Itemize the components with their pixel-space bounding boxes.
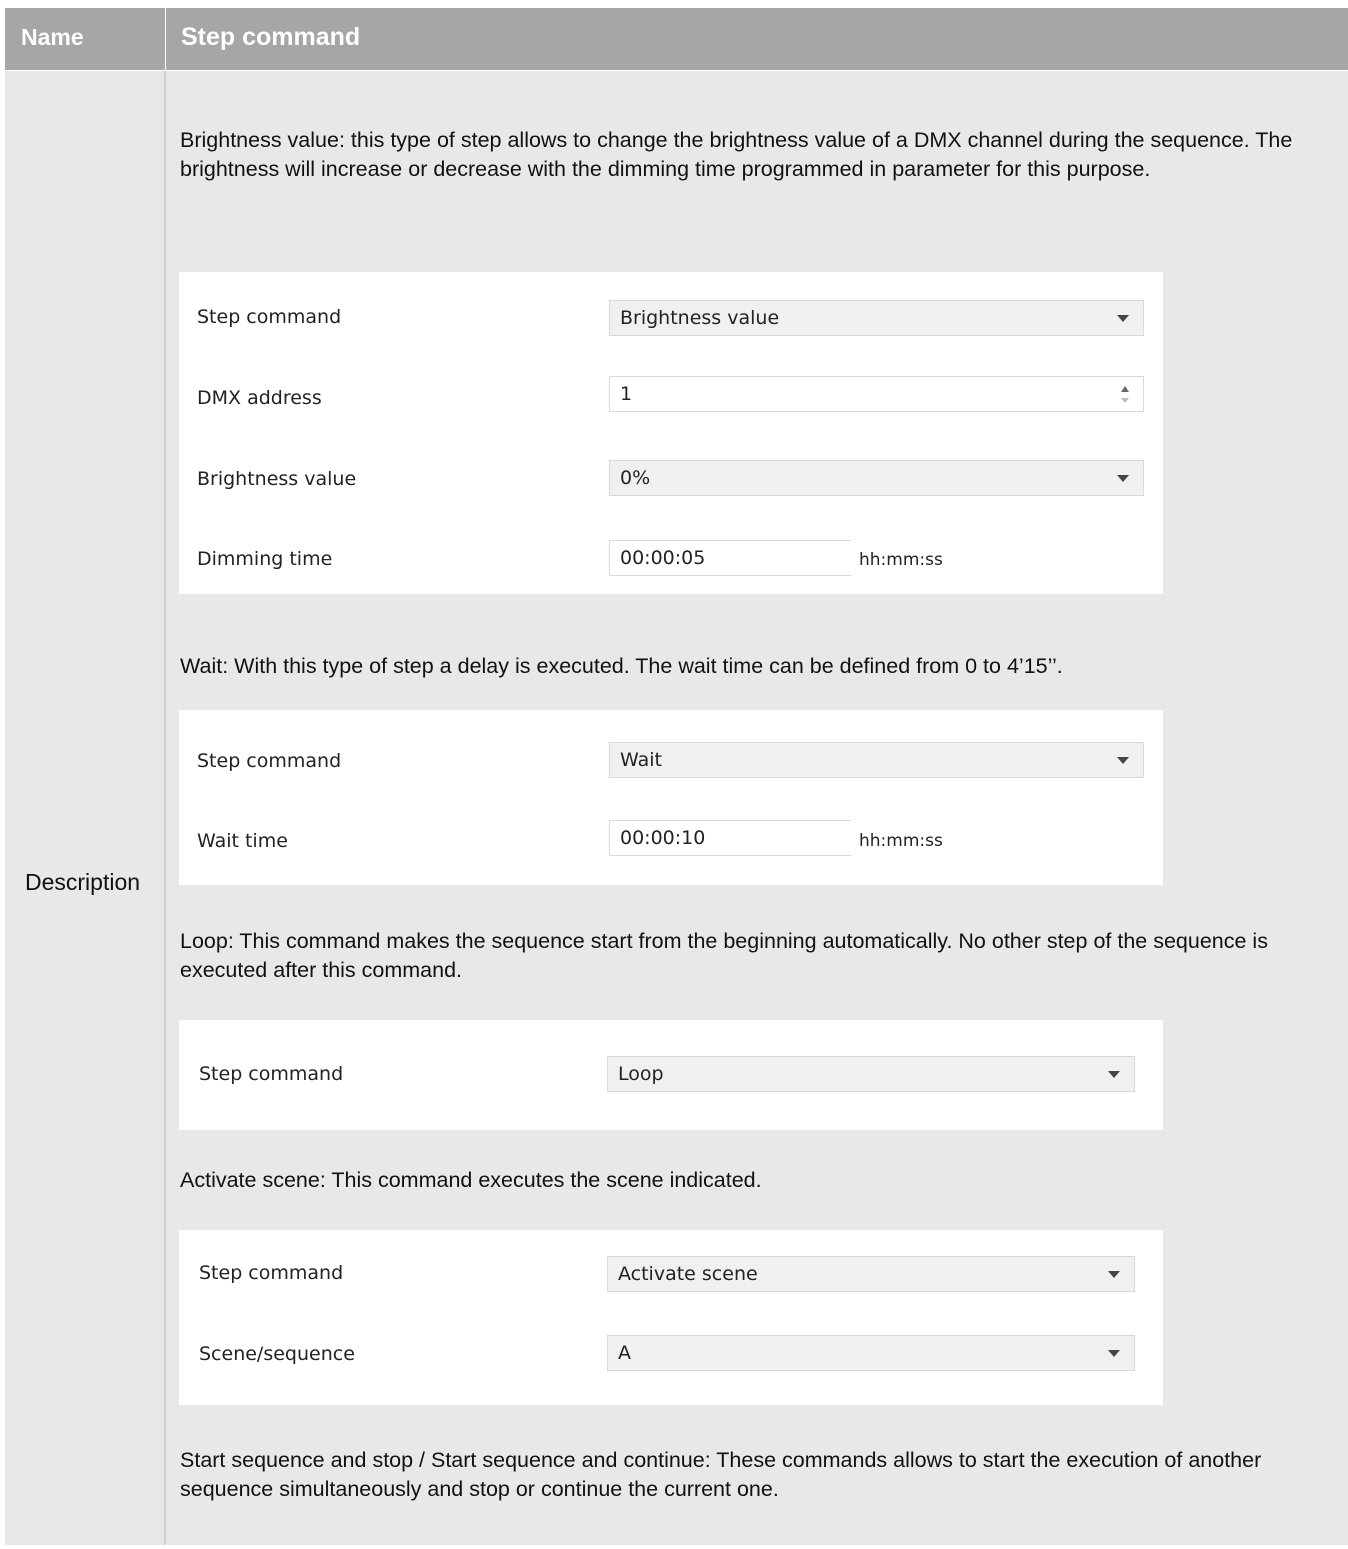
dimming-time-value: 00:00:05 [620,547,706,569]
description-label-cell: Description [5,71,164,1545]
wait-settings-panel: Step command Wait Wait time 00:00:10 hh:… [179,710,1163,885]
brightness-value-value: 0% [620,467,651,489]
dimming-time-label: Dimming time [197,548,333,570]
header-title-cell: Step command [181,23,361,51]
scene-sequence-select[interactable]: A [607,1335,1135,1371]
scene-sequence-label: Scene/sequence [199,1343,355,1365]
activate-scene-settings-panel: Step command Activate scene Scene/sequen… [179,1230,1163,1405]
chevron-down-icon [1108,1350,1120,1357]
header-divider [165,8,166,70]
chevron-down-icon [1108,1271,1120,1278]
step-command-label: Step command [199,1262,344,1284]
chevron-down-icon [1117,475,1129,482]
dmx-address-label: DMX address [197,387,322,409]
spin-up-icon[interactable] [1121,386,1129,392]
step-command-label: Step command [199,1063,344,1085]
chevron-down-icon [1117,315,1129,322]
table-header-row: Name Step command [5,8,1348,70]
step-command-value: Activate scene [618,1263,758,1285]
wait-time-unit: hh:mm:ss [859,831,943,851]
step-command-value: Wait [620,749,662,771]
paragraph-start-sequence: Start sequence and stop / Start sequence… [180,1448,1262,1501]
dimming-time-unit: hh:mm:ss [859,550,943,570]
step-command-label: Step command [197,306,342,328]
step-command-label: Step command [197,750,342,772]
step-command-value: Brightness value [620,307,780,329]
paragraph-loop: Loop: This command makes the sequence st… [180,929,1268,982]
paragraph-brightness: Brightness value: this type of step allo… [180,128,1293,181]
step-command-select[interactable]: Activate scene [607,1256,1135,1292]
step-command-select[interactable]: Loop [607,1056,1135,1092]
loop-settings-panel: Step command Loop [179,1020,1163,1130]
wait-time-input[interactable]: 00:00:10 [609,820,851,856]
chevron-down-icon [1117,757,1129,764]
spin-down-icon[interactable] [1121,398,1129,403]
step-command-select[interactable]: Wait [609,742,1144,778]
scene-sequence-value: A [618,1342,631,1364]
step-command-value: Loop [618,1063,664,1085]
dimming-time-input[interactable]: 00:00:05 [609,540,851,576]
row-label: Description [25,869,141,895]
paragraph-wait: Wait: With this type of step a delay is … [180,654,1063,678]
chevron-down-icon [1108,1071,1120,1078]
dmx-address-stepper[interactable]: 1 [609,376,1144,412]
paragraph-activate-scene: Activate scene: This command executes th… [180,1168,762,1192]
brightness-value-label: Brightness value [197,468,357,490]
wait-time-label: Wait time [197,830,288,852]
dmx-address-value: 1 [620,383,633,405]
brightness-value-select[interactable]: 0% [609,460,1144,496]
wait-time-value: 00:00:10 [620,827,706,849]
step-command-select[interactable]: Brightness value [609,300,1144,336]
header-name-cell: Name [21,24,84,50]
brightness-settings-panel: Step command Brightness value DMX addres… [179,272,1163,594]
